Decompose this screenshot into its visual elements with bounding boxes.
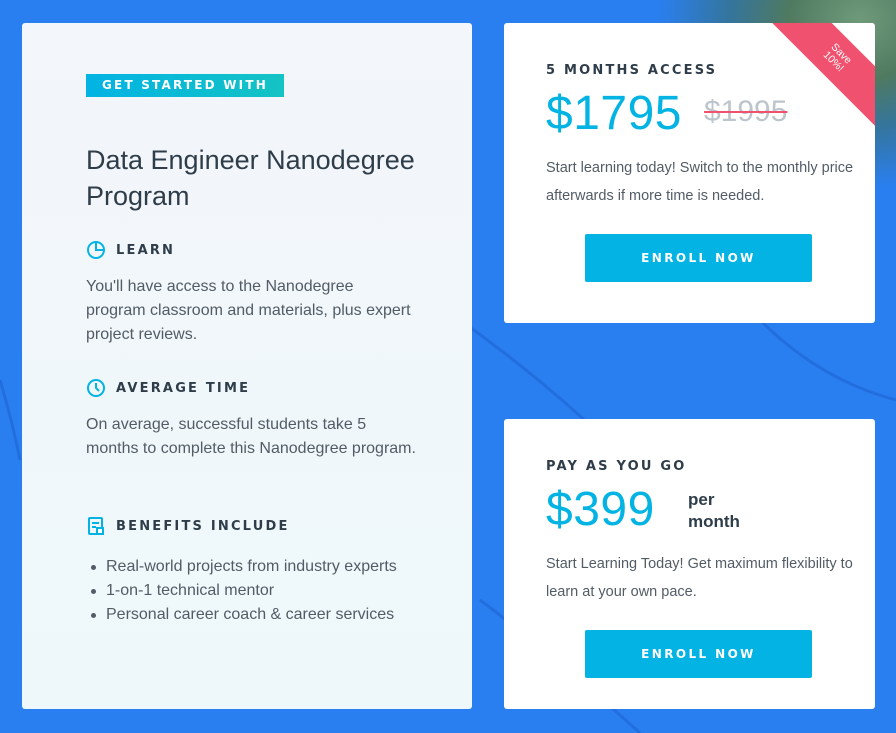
benefits-list: Real-world projects from industry expert… [91, 555, 436, 627]
plan-description: Start learning today! Switch to the mont… [546, 160, 854, 204]
enroll-now-button[interactable]: ENROLL NOW [585, 234, 812, 282]
list-item: Real-world projects from industry expert… [91, 555, 436, 579]
per-month-label: per month [688, 489, 758, 533]
month-label: month [688, 512, 740, 531]
benefits-heading-label: BENEFITS INCLUDE [116, 518, 290, 534]
clock-icon [87, 379, 105, 397]
average-time-heading: AVERAGE TIME [86, 378, 250, 398]
average-time-heading-label: AVERAGE TIME [116, 380, 251, 396]
list-item: Personal career coach & career services [91, 603, 436, 627]
average-time-text: On average, successful students take 5 m… [86, 416, 416, 457]
document-icon [88, 517, 104, 535]
learn-heading: LEARN [86, 240, 175, 260]
plan-card-pay-as-you-go: PAY AS YOU GO $399 per month Start Learn… [504, 419, 875, 709]
list-item: 1-on-1 technical mentor [91, 579, 436, 603]
benefits-heading: BENEFITS INCLUDE [86, 516, 290, 536]
old-price: $1995 [704, 95, 788, 128]
learn-text: You'll have access to the Nanodegree pro… [86, 278, 411, 343]
learn-heading-label: LEARN [116, 242, 176, 258]
plan-price: $1795 [546, 87, 682, 140]
get-started-badge: GET STARTED WITH [86, 74, 284, 97]
enroll-now-button[interactable]: ENROLL NOW [585, 630, 812, 678]
plan-title: PAY AS YOU GO [546, 459, 687, 474]
plan-description: Start Learning Today! Get maximum flexib… [546, 556, 853, 600]
plan-card-5-months: Save 10%! 5 MONTHS ACCESS $1795 $1995 St… [504, 23, 875, 323]
program-title: Data Engineer Nanodegree Program [86, 145, 415, 211]
plan-price: $399 [546, 483, 655, 536]
pie-chart-icon [87, 241, 105, 259]
per-label: per [688, 490, 715, 509]
plan-title: 5 MONTHS ACCESS [546, 63, 718, 78]
program-info-card: GET STARTED WITH Data Engineer Nanodegre… [22, 23, 472, 709]
